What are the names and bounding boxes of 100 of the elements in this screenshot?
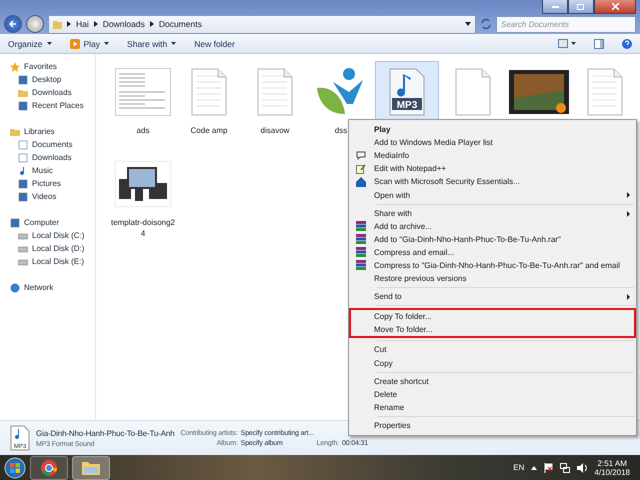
minimize-button[interactable] bbox=[542, 0, 568, 14]
start-button[interactable] bbox=[4, 456, 26, 478]
refresh-icon[interactable] bbox=[480, 18, 492, 30]
sidebar-item[interactable]: Local Disk (E:) bbox=[0, 255, 95, 268]
document-thumbnail bbox=[115, 68, 171, 116]
help-icon[interactable] bbox=[622, 38, 632, 48]
menu-item[interactable]: Edit with Notepad++ bbox=[351, 162, 634, 176]
taskbar-button[interactable] bbox=[30, 456, 68, 480]
breadcrumb-item[interactable]: Hai bbox=[76, 19, 89, 29]
preview-pane-icon[interactable] bbox=[594, 38, 604, 48]
menu-item[interactable]: Move To folder... bbox=[351, 323, 634, 336]
menu-item[interactable]: MediaInfo bbox=[351, 149, 634, 162]
file-name: templatr-doisong24 bbox=[110, 217, 176, 239]
menu-item[interactable]: Add to archive... bbox=[351, 220, 634, 233]
menu-item[interactable]: Properties bbox=[351, 418, 634, 432]
books-icon bbox=[356, 247, 366, 258]
sidebar-item[interactable]: Local Disk (C:) bbox=[0, 229, 95, 242]
chevron-up-icon[interactable] bbox=[531, 466, 538, 470]
minimize-icon bbox=[552, 5, 558, 8]
sidebar-item[interactable]: Local Disk (D:) bbox=[0, 242, 95, 255]
menu-item[interactable]: Copy To folder... bbox=[351, 310, 634, 324]
text-file-icon bbox=[257, 68, 293, 116]
notepad-icon bbox=[356, 164, 366, 174]
search-field[interactable]: Search Documents bbox=[496, 16, 636, 32]
forward-arrow-icon bbox=[31, 20, 39, 28]
menu-item[interactable]: Add to Windows Media Player list bbox=[351, 136, 634, 150]
folder-icon bbox=[18, 88, 28, 98]
view-options-icon[interactable] bbox=[558, 39, 576, 48]
forward-button[interactable] bbox=[26, 15, 44, 33]
speaker-icon[interactable] bbox=[577, 462, 588, 472]
sidebar-item[interactable]: Network bbox=[0, 281, 95, 294]
file-name: ads bbox=[136, 125, 150, 136]
devices-thumbnail bbox=[115, 161, 171, 207]
sidebar-item[interactable]: Favorites bbox=[0, 60, 95, 73]
menu-item[interactable]: Compress and email... bbox=[351, 246, 634, 259]
sidebar-item[interactable]: Documents bbox=[0, 138, 95, 151]
file-name: dss bbox=[334, 125, 348, 136]
toolbar-button[interactable]: Play bbox=[70, 38, 110, 48]
browser-icon bbox=[41, 460, 57, 476]
submenu-arrow-icon bbox=[627, 210, 630, 217]
submenu-arrow-icon bbox=[627, 294, 630, 300]
video-thumbnail bbox=[509, 70, 569, 114]
restore-icon bbox=[577, 3, 585, 10]
sidebar-item[interactable]: Pictures bbox=[0, 177, 95, 190]
toolbar-button[interactable]: Share with bbox=[127, 38, 176, 48]
menu-item[interactable]: Open with bbox=[351, 188, 634, 202]
language-indicator[interactable]: EN bbox=[513, 463, 524, 472]
taskbar-button[interactable] bbox=[72, 456, 110, 480]
menu-item[interactable]: Copy bbox=[351, 356, 634, 370]
sidebar-item[interactable]: Recent Places bbox=[0, 99, 95, 112]
menu-item[interactable]: Send to bbox=[351, 290, 634, 304]
flag-icon[interactable] bbox=[544, 462, 554, 472]
text-file-icon bbox=[587, 68, 623, 116]
breadcrumb-item[interactable]: Downloads bbox=[102, 19, 145, 29]
toolbar-button[interactable]: New folder bbox=[194, 38, 235, 48]
menu-item[interactable]: Play bbox=[351, 123, 634, 136]
audio-file-icon: MP3 bbox=[389, 68, 425, 116]
menu-item[interactable]: Rename bbox=[351, 400, 634, 414]
dropdown-caret-icon[interactable] bbox=[465, 22, 471, 26]
star-icon bbox=[10, 62, 20, 72]
maximize-button[interactable] bbox=[568, 0, 594, 14]
toolbar-button[interactable]: Organize bbox=[8, 38, 52, 48]
sidebar-item[interactable]: Music bbox=[0, 164, 95, 177]
menu-item[interactable]: Share with bbox=[351, 206, 634, 220]
books-icon bbox=[356, 234, 366, 244]
house-icon bbox=[356, 176, 366, 187]
menu-item[interactable]: Cut bbox=[351, 343, 634, 356]
caret-icon bbox=[46, 42, 52, 45]
menu-item[interactable]: Compress to "Gia-Dinh-Nho-Hanh-Phuc-To-Be-Tu-Anh.rar" and email bbox=[351, 258, 634, 272]
sidebar-item[interactable]: Videos bbox=[0, 190, 95, 203]
caret-icon bbox=[171, 42, 176, 45]
close-button[interactable] bbox=[594, 0, 636, 14]
sidebar-item[interactable]: Downloads bbox=[0, 151, 95, 164]
menu-item[interactable]: Add to "Gia-Dinh-Nho-Hanh-Phuc-To-Be-Tu-Anh.rar" bbox=[351, 232, 634, 246]
text-file-icon bbox=[191, 68, 227, 116]
sidebar-item[interactable]: Downloads bbox=[0, 86, 95, 99]
chevron-icon bbox=[94, 21, 98, 27]
menu-item[interactable]: Create shortcut bbox=[351, 374, 634, 388]
menu-item[interactable]: Scan with Microsoft Security Essentials... bbox=[351, 175, 634, 188]
file-name: Gia-Dinh-Nho-Hanh-Phuc-To-Be-Tu-Anh bbox=[36, 428, 175, 438]
menu-item[interactable]: Restore previous versions bbox=[351, 272, 634, 286]
clock-time[interactable]: 2:51 AM bbox=[598, 458, 627, 468]
sidebar-item[interactable]: Desktop bbox=[0, 73, 95, 86]
caret-icon bbox=[104, 42, 110, 45]
breadcrumb-item[interactable]: Documents bbox=[158, 19, 202, 29]
chevron-icon bbox=[150, 21, 154, 27]
back-arrow-icon bbox=[9, 20, 17, 28]
submenu-arrow-icon bbox=[627, 192, 630, 198]
close-icon bbox=[612, 3, 618, 10]
library-icon bbox=[10, 126, 20, 136]
back-button[interactable] bbox=[4, 15, 22, 33]
sidebar-item[interactable]: Libraries bbox=[0, 125, 95, 138]
chevron-icon bbox=[67, 21, 71, 27]
books-icon bbox=[356, 221, 366, 232]
address-bar[interactable]: Hai Downloads Documents bbox=[48, 14, 476, 34]
play-icon bbox=[70, 38, 80, 48]
speech-bubble-icon bbox=[356, 151, 366, 160]
menu-item[interactable]: Delete bbox=[351, 388, 634, 401]
clock-date[interactable]: 4/10/2018 bbox=[594, 468, 630, 476]
sidebar-item[interactable]: Computer bbox=[0, 216, 95, 229]
